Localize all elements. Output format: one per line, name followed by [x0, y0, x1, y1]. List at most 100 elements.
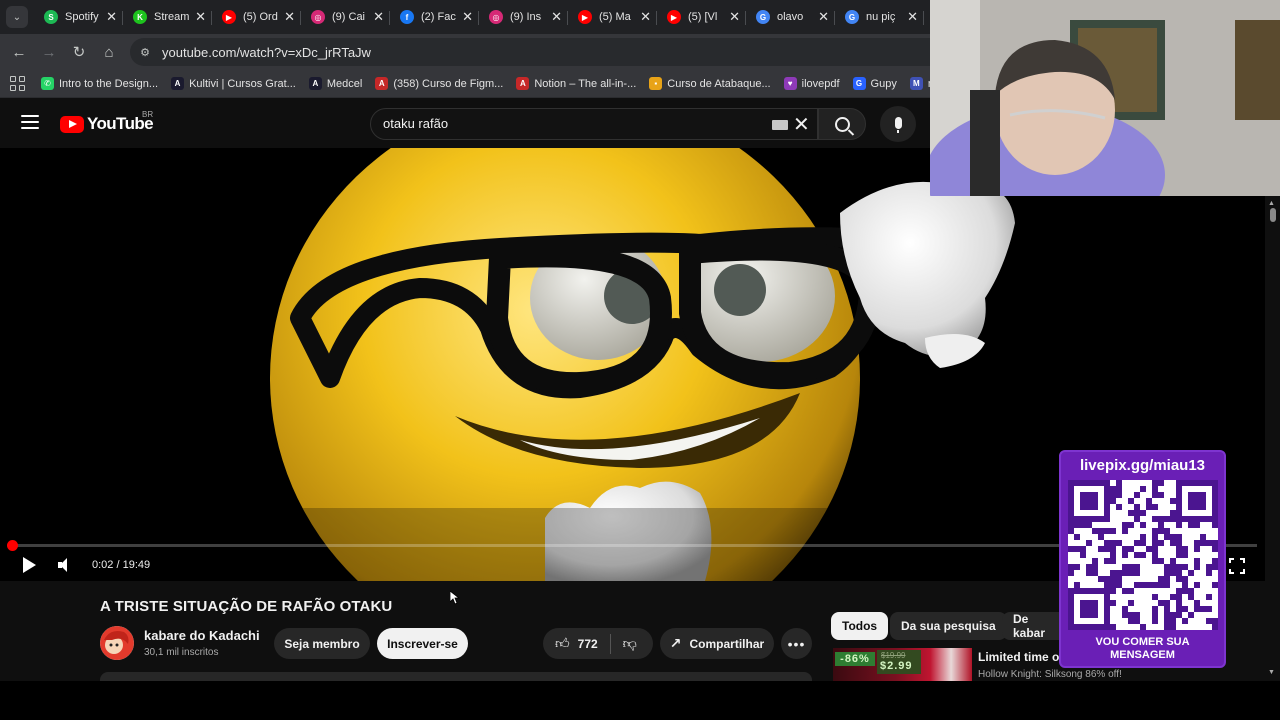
search-input[interactable]: otaku rafão ✕ — [370, 108, 818, 140]
youtube-logo[interactable]: YouTube — [60, 114, 154, 134]
browser-tab[interactable]: ▶ (5) [Vl ✕ — [657, 3, 746, 31]
close-tab-icon[interactable]: ✕ — [195, 9, 206, 25]
old-price: $19.99 — [881, 651, 906, 660]
volume-icon[interactable] — [58, 558, 74, 572]
browser-tab[interactable]: Gnu piç ✕ — [835, 3, 924, 31]
livepix-qr-overlay: livepix.gg/miau13 VOU COMER SUA MENSAGEM — [1059, 450, 1226, 668]
scroll-down-arrow-icon[interactable]: ▼ — [1268, 669, 1275, 676]
browser-tab[interactable]: ◎ (9) Ins ✕ — [479, 3, 568, 31]
mouse-cursor-icon — [449, 590, 461, 610]
more-actions-icon[interactable]: ••• — [781, 628, 812, 659]
instagram-icon: ◎ — [489, 10, 503, 24]
bookmark-label: Intro to the Design... — [59, 77, 159, 90]
share-label: Compartilhar — [689, 636, 765, 651]
close-tab-icon[interactable]: ✕ — [284, 9, 295, 25]
bookmark-item[interactable]: ♥ ilovepdf — [783, 77, 840, 90]
chip-from-search[interactable]: Da sua pesquisa — [890, 612, 1007, 640]
qr-code — [1068, 480, 1218, 630]
address-bar: ← → ↻ ⌂ ⚙ youtube.com/watch?v=xDc_jrRTaJ… — [0, 34, 930, 70]
url-text: youtube.com/watch?v=xDc_jrRTaJw — [162, 44, 371, 60]
bookmark-label: Curso de Atabaque... — [667, 77, 771, 90]
join-member-button[interactable]: Seja membro — [274, 628, 370, 659]
recommendation-title[interactable]: Limited time off — [978, 650, 1067, 664]
close-tab-icon[interactable]: ✕ — [907, 9, 918, 25]
browser-tab[interactable]: f (2) Fac ✕ — [390, 3, 479, 31]
close-tab-icon[interactable]: ✕ — [551, 9, 562, 25]
close-tab-icon[interactable]: ✕ — [818, 9, 829, 25]
keyboard-icon[interactable] — [772, 120, 788, 130]
tab-search-chevron-icon[interactable]: ⌄ — [6, 6, 28, 28]
share-button[interactable]: ↗ Compartilhar — [660, 628, 774, 659]
scroll-up-arrow-icon[interactable]: ▲ — [1268, 200, 1275, 207]
bookmark-item[interactable]: A (358) Curso de Figm... — [375, 77, 503, 90]
tab-list: S Spotify ✕ K Stream ✕ ▶ (5) Ord ✕ ◎ (9) Cai ✕ f (2) … — [34, 3, 924, 31]
scrollbar-thumb[interactable] — [1270, 208, 1276, 222]
omnibox[interactable]: ⚙ youtube.com/watch?v=xDc_jrRTaJw — [130, 38, 930, 66]
search-query-text: otaku rafão — [383, 116, 449, 131]
browser-tab[interactable]: ▶ (5) Ord ✕ — [212, 3, 301, 31]
browser-tab-strip: ⌄ S Spotify ✕ K Stream ✕ ▶ (5) Ord ✕ ◎ (9) Cai ✕ f (2… — [0, 0, 930, 34]
progress-scrubber-handle[interactable] — [7, 540, 18, 551]
country-code: BR — [142, 110, 154, 119]
bookmark-item[interactable]: G Gupy — [852, 77, 897, 90]
play-icon[interactable] — [20, 556, 38, 574]
voice-search-button[interactable] — [880, 106, 916, 142]
youtube-header: YouTube BR otaku rafão ✕ — [0, 98, 930, 148]
webcam-overlay — [930, 0, 1280, 196]
facebook-icon: f — [400, 10, 414, 24]
hamburger-menu-icon[interactable] — [21, 115, 39, 129]
bookmark-label: Kultivi | Cursos Grat... — [189, 77, 296, 90]
close-tab-icon[interactable]: ✕ — [373, 9, 384, 25]
bookmark-item[interactable]: ▪ Curso de Atabaque... — [649, 77, 771, 90]
clear-search-icon[interactable]: ✕ — [793, 112, 810, 137]
close-tab-icon[interactable]: ✕ — [640, 9, 651, 25]
channel-name[interactable]: kabare do Kadachi — [144, 628, 260, 643]
bookmark-list: ✆ Intro to the Design... A Kultivi | Cursos… — [41, 77, 968, 90]
browser-tab[interactable]: ◎ (9) Cai ✕ — [301, 3, 390, 31]
browser-tab[interactable]: Golavo ✕ — [746, 3, 835, 31]
like-divider — [609, 633, 611, 654]
bookmark-item[interactable]: ✆ Intro to the Design... — [41, 77, 158, 90]
recommendation-thumbnail[interactable]: -86% $19.99 $2.99 — [833, 648, 972, 681]
browser-tab[interactable]: K Stream ✕ — [123, 3, 212, 31]
apps-grid-icon[interactable] — [10, 75, 25, 92]
bottom-letterbox — [0, 681, 1280, 720]
like-dislike-group: 👍︎ 772 👎︎ — [543, 628, 653, 659]
reload-icon[interactable]: ↻ — [64, 37, 94, 67]
forward-arrow-icon[interactable]: → — [34, 37, 64, 67]
bookmark-label: Medcel — [326, 77, 363, 90]
subscriber-count: 30,1 mil inscritos — [144, 647, 219, 658]
page-scrollbar[interactable] — [1265, 196, 1280, 681]
close-tab-icon[interactable]: ✕ — [462, 9, 473, 25]
whatsapp-icon: ✆ — [41, 77, 54, 90]
mods-icon: M — [909, 77, 923, 90]
bookmark-item[interactable]: A Notion – The all-in-... — [516, 77, 636, 90]
fullscreen-icon[interactable] — [1229, 558, 1245, 574]
home-icon[interactable]: ⌂ — [94, 37, 124, 67]
browser-tab[interactable]: ▶ (5) Ma ✕ — [568, 3, 657, 31]
chip-all[interactable]: Todos — [831, 612, 889, 640]
browser-tab[interactable]: S Spotify ✕ — [34, 3, 123, 31]
like-count: 772 — [577, 636, 598, 651]
close-tab-icon[interactable]: ✕ — [729, 9, 740, 25]
recommendation-subtitle: Hollow Knight: Silksong 86% off! — [978, 669, 1122, 680]
subscribe-button[interactable]: Inscrever-se — [377, 628, 468, 659]
youtube-icon: ▶ — [222, 10, 236, 24]
youtube-icon: ▶ — [578, 10, 592, 24]
channel-avatar[interactable] — [100, 626, 134, 660]
bookmarks-bar: ✆ Intro to the Design... A Kultivi | Cursos… — [0, 70, 955, 98]
thumbs-down-icon[interactable]: 👎︎ — [623, 635, 637, 652]
bookmark-item[interactable]: A Medcel — [308, 77, 363, 90]
back-arrow-icon[interactable]: ← — [4, 37, 34, 67]
thumbs-up-icon[interactable]: 👍︎ — [555, 635, 570, 652]
medcel-icon: A — [308, 77, 322, 90]
tab-title: Spotify — [65, 11, 99, 23]
close-tab-icon[interactable]: ✕ — [106, 9, 117, 25]
search-button[interactable] — [818, 108, 866, 140]
bookmark-item[interactable]: A Kultivi | Cursos Grat... — [171, 77, 296, 90]
bookmark-label: ilovepdf — [801, 77, 840, 90]
bookmark-label: (358) Curso de Figm... — [393, 77, 504, 90]
google-icon: G — [845, 10, 859, 24]
livepix-url: livepix.gg/miau13 — [1079, 457, 1206, 474]
site-info-icon[interactable]: ⚙ — [138, 45, 152, 59]
